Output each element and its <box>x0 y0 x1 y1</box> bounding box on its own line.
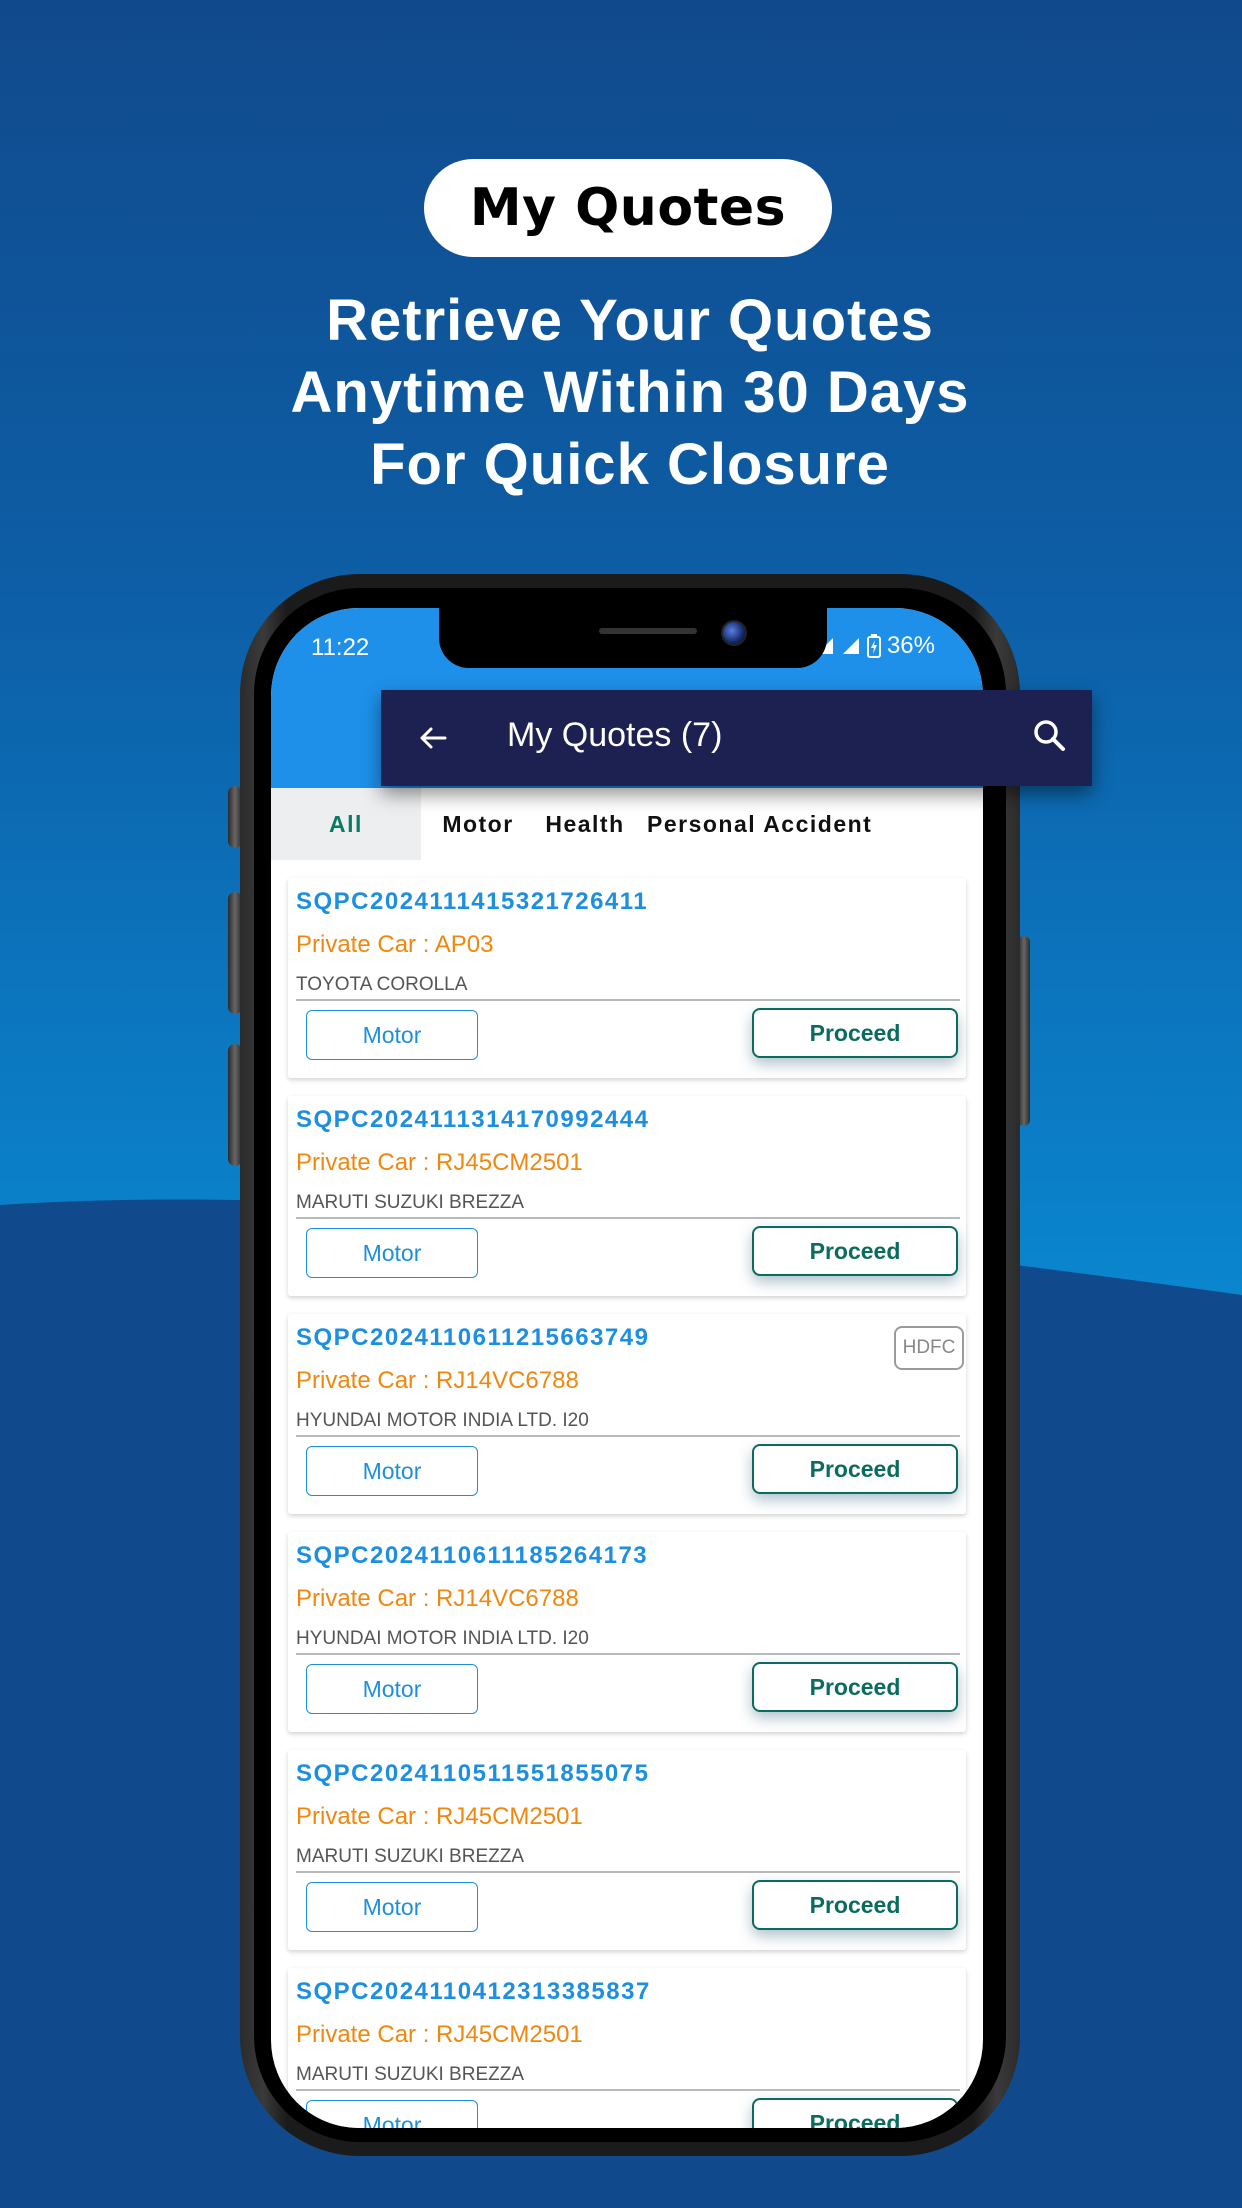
card-divider <box>296 1435 960 1437</box>
quote-card[interactable]: SQPC2024110412313385837 Private Car : RJ… <box>288 1968 966 2128</box>
vehicle-info: Private Car : RJ14VC6788 <box>296 1367 579 1394</box>
phone-notch <box>439 608 827 668</box>
battery-percent: 36% <box>886 632 935 659</box>
tab-personal-accident[interactable]: Personal Accident <box>635 788 965 860</box>
proceed-button[interactable]: Proceed <box>752 1662 958 1712</box>
quote-id[interactable]: SQPC2024111314170992444 <box>296 1106 649 1134</box>
quote-card[interactable]: SQPC2024110611185264173 Private Car : RJ… <box>288 1532 966 1732</box>
quote-id[interactable]: SQPC2024110611185264173 <box>296 1542 648 1570</box>
quote-id[interactable]: SQPC2024110412313385837 <box>296 1978 651 2006</box>
front-camera <box>721 620 747 646</box>
insurer-badge: HDFC <box>894 1326 964 1370</box>
proceed-button[interactable]: Proceed <box>752 2098 958 2128</box>
card-divider <box>296 1217 960 1219</box>
vehicle-info: Private Car : RJ45CM2501 <box>296 1149 583 1176</box>
proceed-button[interactable]: Proceed <box>752 1226 958 1276</box>
quote-type-button[interactable]: Motor <box>306 1882 478 1932</box>
headline-line: Anytime Within 30 Days <box>290 360 970 425</box>
status-time: 11:22 <box>311 634 370 661</box>
headline-line: Retrieve Your Quotes <box>326 288 934 353</box>
proceed-button[interactable]: Proceed <box>752 1880 958 1930</box>
category-tabs: All Motor Health Personal Accident <box>271 788 983 860</box>
tab-motor[interactable]: Motor <box>421 788 535 860</box>
quote-id[interactable]: SQPC2024111415321726411 <box>296 888 648 916</box>
page-title: My Quotes (7) <box>507 716 723 754</box>
headline-line: For Quick Closure <box>370 432 890 497</box>
quote-card[interactable]: SQPC2024110611215663749 HDFC Private Car… <box>288 1314 966 1514</box>
promo-headline: Retrieve Your Quotes Anytime Within 30 D… <box>170 285 1090 501</box>
quote-type-button[interactable]: Motor <box>306 1228 478 1278</box>
proceed-button[interactable]: Proceed <box>752 1444 958 1494</box>
vehicle-info: Private Car : RJ14VC6788 <box>296 1585 579 1612</box>
quote-card[interactable]: SQPC2024111314170992444 Private Car : RJ… <box>288 1096 966 1296</box>
quote-card[interactable]: SQPC2024110511551855075 Private Car : RJ… <box>288 1750 966 1950</box>
vehicle-model: MARUTI SUZUKI BREZZA <box>296 1846 525 1867</box>
quote-id[interactable]: SQPC2024110511551855075 <box>296 1760 649 1788</box>
phone-screen: 11:22 36% All Motor Health Personal Acci… <box>271 608 983 2128</box>
quote-type-button[interactable]: Motor <box>306 1446 478 1496</box>
card-divider <box>296 1871 960 1873</box>
signal-icon <box>842 638 859 654</box>
quote-type-button[interactable]: Motor <box>306 2100 478 2128</box>
quote-type-button[interactable]: Motor <box>306 1010 478 1060</box>
vehicle-info: Private Car : RJ45CM2501 <box>296 2021 583 2048</box>
vehicle-model: HYUNDAI MOTOR INDIA LTD. I20 <box>296 1410 589 1431</box>
speaker-grille <box>599 628 697 634</box>
status-indicators: 36% <box>815 632 935 660</box>
card-divider <box>296 2089 960 2091</box>
app-bar: My Quotes (7) <box>381 690 1092 786</box>
tab-health[interactable]: Health <box>535 788 635 860</box>
vehicle-model: TOYOTA COROLLA <box>296 974 468 995</box>
tab-all[interactable]: All <box>271 788 421 860</box>
search-icon[interactable] <box>1028 714 1072 758</box>
quote-id[interactable]: SQPC2024110611215663749 <box>296 1324 649 1352</box>
promo-title-pill: My Quotes <box>424 159 832 257</box>
vehicle-info: Private Car : AP03 <box>296 931 494 958</box>
card-divider <box>296 999 960 1001</box>
battery-charging-icon <box>866 634 881 658</box>
arrow-left-icon[interactable] <box>411 716 455 760</box>
quote-card[interactable]: SQPC2024111415321726411 Private Car : AP… <box>288 878 966 1078</box>
vehicle-model: MARUTI SUZUKI BREZZA <box>296 1192 525 1213</box>
vehicle-model: HYUNDAI MOTOR INDIA LTD. I20 <box>296 1628 589 1649</box>
vehicle-info: Private Car : RJ45CM2501 <box>296 1803 583 1830</box>
quote-type-button[interactable]: Motor <box>306 1664 478 1714</box>
card-divider <box>296 1653 960 1655</box>
vehicle-model: MARUTI SUZUKI BREZZA <box>296 2064 525 2085</box>
promo-title: My Quotes <box>469 178 787 238</box>
proceed-button[interactable]: Proceed <box>752 1008 958 1058</box>
